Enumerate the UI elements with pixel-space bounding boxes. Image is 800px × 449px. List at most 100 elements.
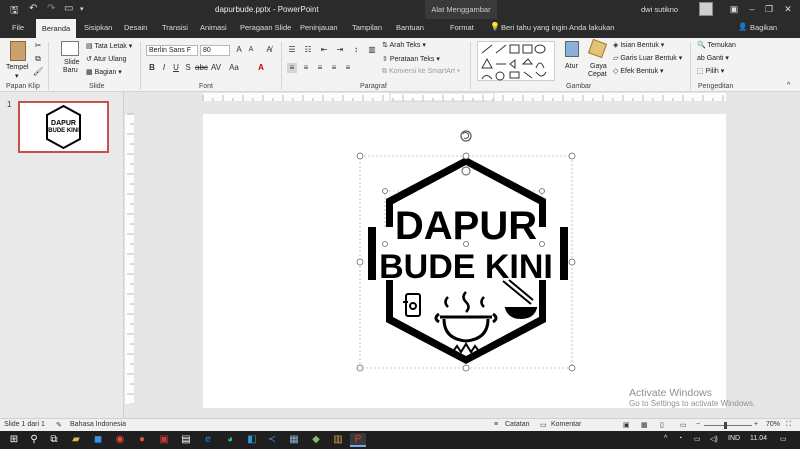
justify-icon[interactable]: ≡ [329,63,339,73]
shapes-gallery[interactable] [477,41,555,81]
strikethrough-icon[interactable]: abc [195,63,208,73]
present-icon[interactable]: ▭ [64,3,73,14]
tab-insert[interactable]: Sisipkan [84,23,112,32]
vscode-icon[interactable]: ≺ [264,433,280,447]
line-spacing-icon[interactable]: ↕ [351,45,361,55]
columns-icon[interactable]: ▥ [367,45,377,55]
distributed-icon[interactable]: ≡ [343,63,353,73]
spellcheck-icon[interactable]: ✎ [56,421,62,429]
align-center-icon[interactable]: ≡ [301,63,311,73]
select-button[interactable]: ⬚ Pilih ▾ [697,67,724,75]
zoom-in-icon[interactable]: + [754,421,758,428]
start-icon[interactable]: ⊞ [6,433,22,447]
new-slide-button[interactable]: Slide Baru [58,41,84,81]
chrome-icon[interactable]: ◉ [112,433,128,447]
normal-view-icon[interactable]: ▣ [623,421,630,429]
font-color-icon[interactable]: A [256,63,266,73]
decrease-indent-icon[interactable]: ⇤ [319,45,329,55]
ribbon-display-icon[interactable]: ▣ [724,2,744,16]
edge-icon[interactable]: e [200,433,216,447]
slide-thumbnail-pane[interactable]: 1 DAPUR BUDE KINI [0,92,124,418]
character-spacing-icon[interactable]: AV [211,63,221,73]
undo-icon[interactable]: ↶ [29,3,37,14]
comments-button[interactable]: Komentar [551,421,581,428]
text-rotate-handle-icon[interactable] [461,166,471,176]
notifications-icon[interactable]: ▭ [780,435,787,443]
increase-indent-icon[interactable]: ⇥ [335,45,345,55]
zoom-slider-thumb[interactable] [724,422,727,429]
tab-animations[interactable]: Animasi [200,23,227,32]
clear-formatting-icon[interactable]: A̸ [264,45,274,55]
align-right-icon[interactable]: ≡ [315,63,325,73]
share-button[interactable]: Bagikan [750,23,777,32]
tell-me-search[interactable]: Beri tahu yang ingin Anda lakukan [501,23,614,32]
convert-smartart-button[interactable]: ⧉ Konversi ke SmartArt ▾ [382,68,460,76]
align-left-icon[interactable]: ≡ [287,63,297,73]
section-button[interactable]: ▦ Bagian ▾ [86,68,122,76]
shape-fill-button[interactable]: ◈ Isian Bentuk ▾ [613,41,664,49]
language-status[interactable]: Bahasa Indonesia [70,421,126,428]
tab-design[interactable]: Desain [124,23,147,32]
app-icon-lightgreen[interactable]: ◆ [308,433,324,447]
font-size-select[interactable]: 80 [200,45,230,56]
tray-chevron-icon[interactable]: ^ [664,435,667,442]
volume-icon[interactable]: ◁) [710,435,718,443]
logo-graphic[interactable]: DAPUR BUDE KINI [203,114,726,408]
paste-button[interactable]: Tempel ▾ [6,41,30,81]
app-icon-grey[interactable]: ▦ [286,433,302,447]
search-icon[interactable]: ⚲ [26,433,42,447]
find-button[interactable]: 🔍 Temukan [697,41,736,49]
maximize-icon[interactable]: ❐ [759,2,779,16]
tab-review[interactable]: Peninjauan [300,23,338,32]
format-painter-icon[interactable]: 🖌 [33,67,43,77]
app-icon-green[interactable]: ◕ [222,433,238,447]
task-view-icon[interactable]: ⧉ [46,433,62,447]
slideshow-icon[interactable]: ▭ [680,421,687,429]
battery-icon[interactable]: ▭ [694,435,701,443]
vertical-ruler[interactable] [124,104,135,408]
rotate-handle-icon[interactable] [460,130,472,142]
clock[interactable]: 11.04 [750,435,767,442]
quick-styles-button[interactable]: Gaya Cepat [586,38,610,81]
store-icon[interactable]: ◼ [90,433,106,447]
tab-file[interactable]: File [12,23,24,32]
network-icon[interactable]: ◔ [678,435,682,442]
app-icon-red[interactable]: ▣ [156,433,172,447]
cut-icon[interactable]: ✂ [33,41,43,51]
zoom-slider[interactable] [704,422,752,429]
tab-help[interactable]: Bantuan [396,23,424,32]
align-text-button[interactable]: ⇳ Perataan Teks ▾ [382,55,440,63]
text-direction-button[interactable]: ⇅ Arah Teks ▾ [382,41,426,49]
firefox-icon[interactable]: ● [134,433,150,447]
shape-effects-button[interactable]: ◇ Efek Bentuk ▾ [613,67,664,75]
reading-view-icon[interactable]: ▯ [660,421,664,429]
avatar[interactable] [699,2,713,16]
tab-view[interactable]: Tampilan [352,23,382,32]
layout-button[interactable]: ▤ Tata Letak ▾ [86,42,132,50]
numbering-icon[interactable]: ☷ [303,45,313,55]
shrink-font-icon[interactable]: A [246,45,256,55]
app-icon-blue[interactable]: ◧ [244,433,260,447]
bullets-icon[interactable]: ☰ [287,45,297,55]
notes-button[interactable]: Catatan [505,421,530,428]
customize-qat-icon[interactable]: ▾ [80,5,84,13]
zoom-level[interactable]: 70% [766,421,780,428]
arrange-button[interactable]: Atur [562,41,584,81]
zoom-out-icon[interactable]: − [696,421,700,428]
slide-canvas[interactable]: DAPUR BUDE KINI [203,114,726,408]
underline-icon[interactable]: U [171,63,181,73]
horizontal-ruler[interactable] [140,92,800,102]
copy-icon[interactable]: ⧉ [33,54,43,64]
collapse-ribbon-icon[interactable]: ^ [787,82,790,89]
replace-button[interactable]: ab Ganti ▾ [697,54,729,62]
save-icon[interactable]: 🖫 [10,3,19,20]
reset-button[interactable]: ↺ Atur Ulang [86,55,127,63]
fit-slide-icon[interactable]: ⛶ [786,421,791,429]
powerpoint-taskbar-icon[interactable]: P [350,433,366,447]
app-icon-dark[interactable]: ▤ [178,433,194,447]
user-name[interactable]: dwi sutikno [641,5,678,14]
keyboard-language[interactable]: IND [728,435,740,442]
app-icon-yellow[interactable]: ▥ [330,433,346,447]
grow-font-icon[interactable]: A [234,45,244,55]
italic-icon[interactable]: I [159,63,169,73]
